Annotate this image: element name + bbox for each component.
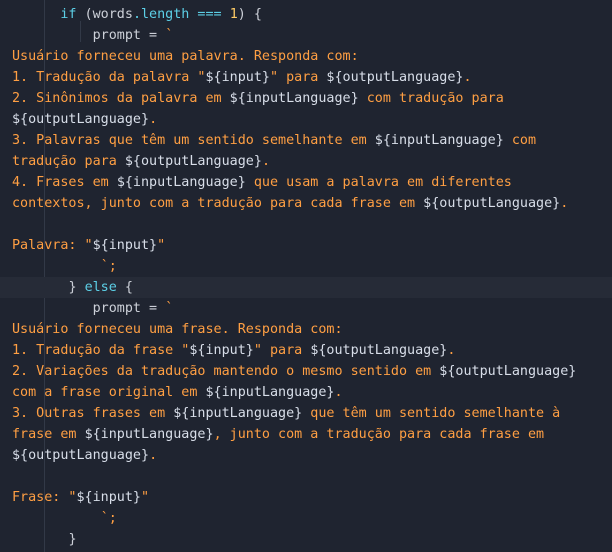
code-line-close: } [68,532,77,547]
code-line: ${outputLanguage}. [12,112,158,127]
code-line: 3. Palavras que têm um sentido semelhant… [12,133,537,148]
code-line: ${outputLanguage}. [12,448,158,463]
code-line-if: if (words.length === 1) { [60,7,262,22]
code-line: `; [100,511,117,526]
code-line: 2. Sinônimos da palavra em ${inputLangua… [12,91,504,106]
code-line: Frase: "${input}" [12,490,150,505]
code-line: Palavra: "${input}" [12,238,166,253]
code-editor[interactable]: if (words.length === 1) { prompt = ` Usu… [0,0,612,552]
code-line-prompt: prompt = ` [92,301,174,316]
keyword-else: else [84,280,117,295]
code-line-prompt: prompt = ` [92,28,174,43]
code-line: `; [100,259,117,274]
code-line: 1. Tradução da frase "${input}" para ${o… [12,343,456,358]
code-line: com a frase original em ${inputLanguage}… [12,385,343,400]
code-line: Usuário forneceu uma frase. Responda com… [12,322,343,337]
code-line: 3. Outras frases em ${inputLanguage} que… [12,406,561,421]
keyword-if: if [60,7,77,22]
code-line: frase em ${inputLanguage}, junto com a t… [12,427,545,442]
code-line: Usuário forneceu uma palavra. Responda c… [12,49,359,64]
code-line: 4. Frases em ${inputLanguage} que usam a… [12,175,512,190]
code-line: tradução para ${outputLanguage}. [12,154,270,169]
code-line: 2. Variações da tradução mantendo o mesm… [12,364,577,379]
code-line-else: } else { [0,277,612,298]
code-line: contextos, junto com a tradução para cad… [12,196,569,211]
code-line: 1. Tradução da palavra "${input}" para $… [12,70,472,85]
